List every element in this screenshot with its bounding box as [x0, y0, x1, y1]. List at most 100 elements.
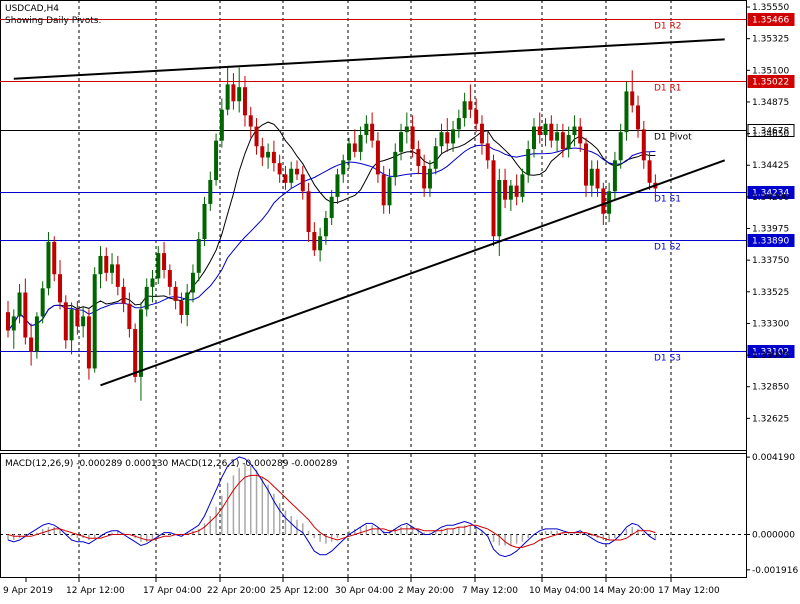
candle-bull: [144, 286, 149, 310]
candle-bear: [485, 143, 490, 161]
macd-panel-frame: [0, 453, 747, 578]
candle-bear: [370, 123, 375, 141]
candle-bull: [335, 174, 340, 197]
pivot-name: D1 S1: [654, 195, 681, 205]
candle-bear: [474, 109, 479, 124]
candle-bear: [58, 274, 63, 303]
candle-bull: [508, 185, 513, 200]
candle-bull: [387, 177, 392, 206]
candle-bull: [572, 126, 577, 135]
candle-bear: [578, 126, 583, 144]
pivot-price-label: 1.33890: [752, 237, 789, 247]
candle-bear: [410, 126, 415, 150]
candle-bear: [503, 180, 508, 200]
y-tick-label: 1.34650: [752, 130, 789, 140]
pivot-name: D1 R2: [654, 22, 682, 32]
candle-bull: [185, 292, 190, 315]
trendline: [13, 38, 725, 80]
candle-bull: [451, 129, 456, 144]
candle-bear: [115, 264, 120, 287]
candle-bull: [98, 255, 103, 275]
candle-bear: [479, 123, 484, 144]
candle-bull: [34, 316, 39, 352]
candle-bull: [393, 151, 398, 178]
trendlines: [13, 38, 726, 387]
candle-bear: [127, 303, 132, 330]
candle-bear: [468, 101, 473, 110]
y-tick-label: 1.33525: [752, 288, 789, 298]
candle-bear: [375, 140, 380, 175]
x-tick-label: 25 Apr 12:00: [270, 586, 329, 596]
macd-y-tick-label: 0.000000: [752, 530, 795, 540]
candle-bull: [566, 135, 571, 150]
candle-bear: [416, 149, 421, 166]
ma-black-line: [7, 121, 656, 331]
pivot-price-label: 1.35022: [752, 78, 789, 88]
candle-bear: [52, 241, 57, 275]
candle-bull: [427, 168, 432, 189]
x-tick-label: 10 May 04:00: [529, 586, 591, 596]
pivot-name: D1 S3: [654, 354, 681, 364]
candle-bull: [364, 123, 369, 135]
candle-bear: [254, 126, 259, 147]
candle-bull: [341, 160, 346, 175]
y-tick-label: 1.34875: [752, 98, 789, 108]
candle-bear: [549, 123, 554, 141]
time-axis: 9 Apr 2019 12 Apr 12:00 17 Apr 04:00 22 Apr…: [3, 578, 720, 596]
candle-bear: [601, 188, 606, 214]
candle-bull: [225, 84, 230, 110]
candle-bull: [526, 149, 531, 175]
pivot-name: D1 Pivot: [654, 133, 692, 143]
candle-bear: [514, 185, 519, 197]
x-tick-label: 12 Apr 12:00: [66, 586, 125, 596]
candle-bull: [347, 143, 352, 161]
candle-bear: [352, 143, 357, 152]
candle-bull: [17, 292, 22, 317]
candle-bull: [497, 180, 502, 237]
candle-bull: [399, 132, 404, 152]
candle-bear: [595, 168, 600, 189]
candle-bear: [295, 168, 299, 175]
candle-bear: [63, 302, 68, 341]
x-tick-label: 14 May 20:00: [593, 586, 655, 596]
candle-bear: [242, 87, 247, 116]
chart-window: D1 R2 1.35466 D1 R1 1.35022 D1 Pivot 1.34678 D…: [0, 0, 800, 600]
candle-bull: [624, 91, 629, 133]
candle-bull: [531, 126, 536, 150]
macd-y-tick-label: -0.001916: [752, 566, 798, 576]
y-tick-label: 1.33975: [752, 225, 789, 235]
candle-bear: [23, 292, 28, 338]
candle-bear: [560, 132, 565, 150]
candle-bear: [121, 286, 126, 304]
candle-bull: [462, 101, 467, 119]
candle-bear: [277, 163, 282, 175]
candle-bull: [237, 87, 242, 102]
candle-bull: [202, 203, 207, 240]
candle-bear: [641, 129, 646, 161]
candle-bull: [555, 132, 560, 141]
candle-bear: [647, 160, 652, 183]
y-tick-label: 1.33075: [752, 351, 789, 361]
x-tick-label: 7 May 12:00: [462, 586, 518, 596]
candle-bull: [323, 217, 328, 237]
candle-bull: [439, 132, 444, 147]
candle-bull: [618, 132, 623, 161]
candle-bear: [445, 132, 450, 144]
candle-bear: [312, 232, 317, 251]
candle-bull: [520, 174, 525, 197]
candle-bear: [271, 151, 276, 164]
candle-bull: [589, 168, 594, 186]
y-tick-label: 1.35100: [752, 66, 789, 76]
y-tick-label: 1.35550: [752, 3, 789, 13]
candle-bull: [358, 135, 363, 152]
vertical-gridlines: [78, 0, 672, 577]
candle-bull: [219, 109, 224, 141]
candle-bear: [630, 91, 635, 106]
candle-bull: [543, 123, 548, 135]
macd-label: MACD(12,26,9) -0.000289 0.000130 MACD(12…: [5, 459, 338, 469]
pivot-lines: D1 R21.35466D1 R11.35022D1 Pivot1.34678D…: [0, 13, 795, 364]
y-tick-label: 1.34200: [752, 193, 789, 203]
candle-bull: [11, 316, 16, 331]
candle-bull: [69, 309, 74, 341]
x-tick-label: 30 Apr 04:00: [335, 586, 394, 596]
